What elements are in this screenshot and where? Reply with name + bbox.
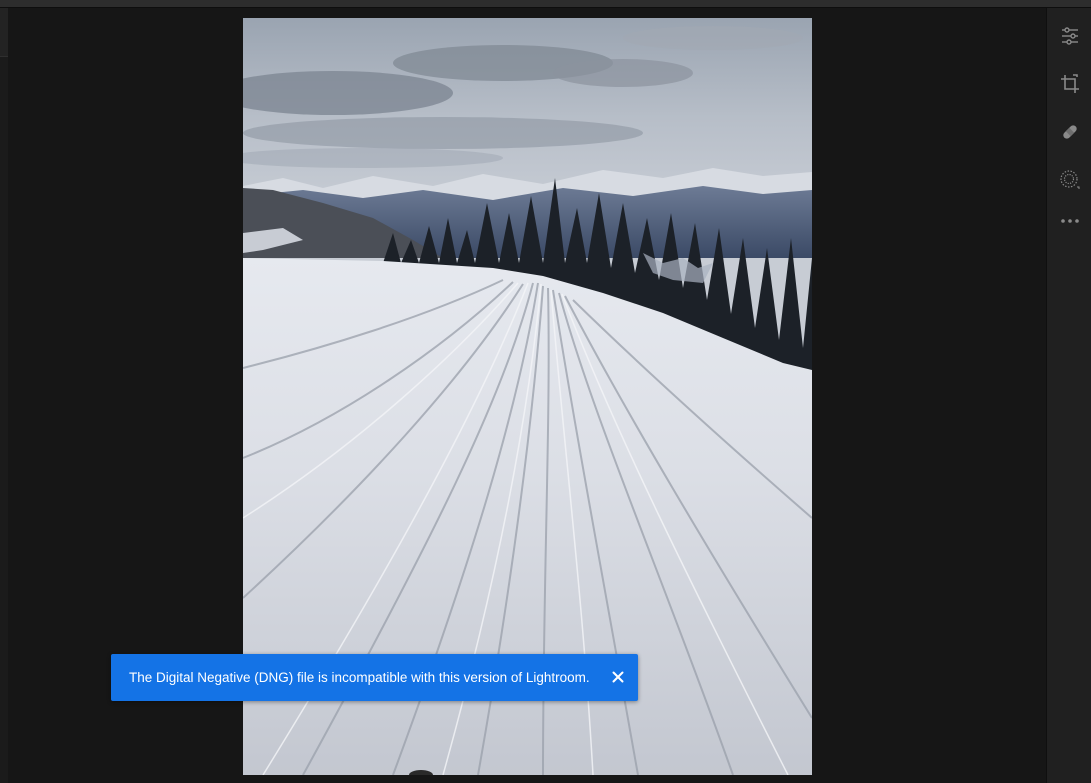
crop-icon[interactable]: [1057, 71, 1083, 97]
masking-icon[interactable]: [1057, 167, 1083, 193]
left-panel-edge: [0, 8, 8, 783]
lightroom-window: The Digital Negative (DNG) file is incom…: [0, 0, 1091, 783]
healing-icon[interactable]: [1057, 119, 1083, 145]
top-toolbar: [0, 0, 1091, 8]
more-icon[interactable]: [1057, 208, 1083, 234]
error-toast: The Digital Negative (DNG) file is incom…: [111, 654, 638, 701]
right-tool-panel: [1046, 8, 1091, 783]
edit-sliders-icon[interactable]: [1057, 23, 1083, 49]
close-icon[interactable]: [608, 667, 628, 687]
left-panel-tab[interactable]: [0, 8, 8, 57]
toast-message: The Digital Negative (DNG) file is incom…: [129, 670, 590, 685]
